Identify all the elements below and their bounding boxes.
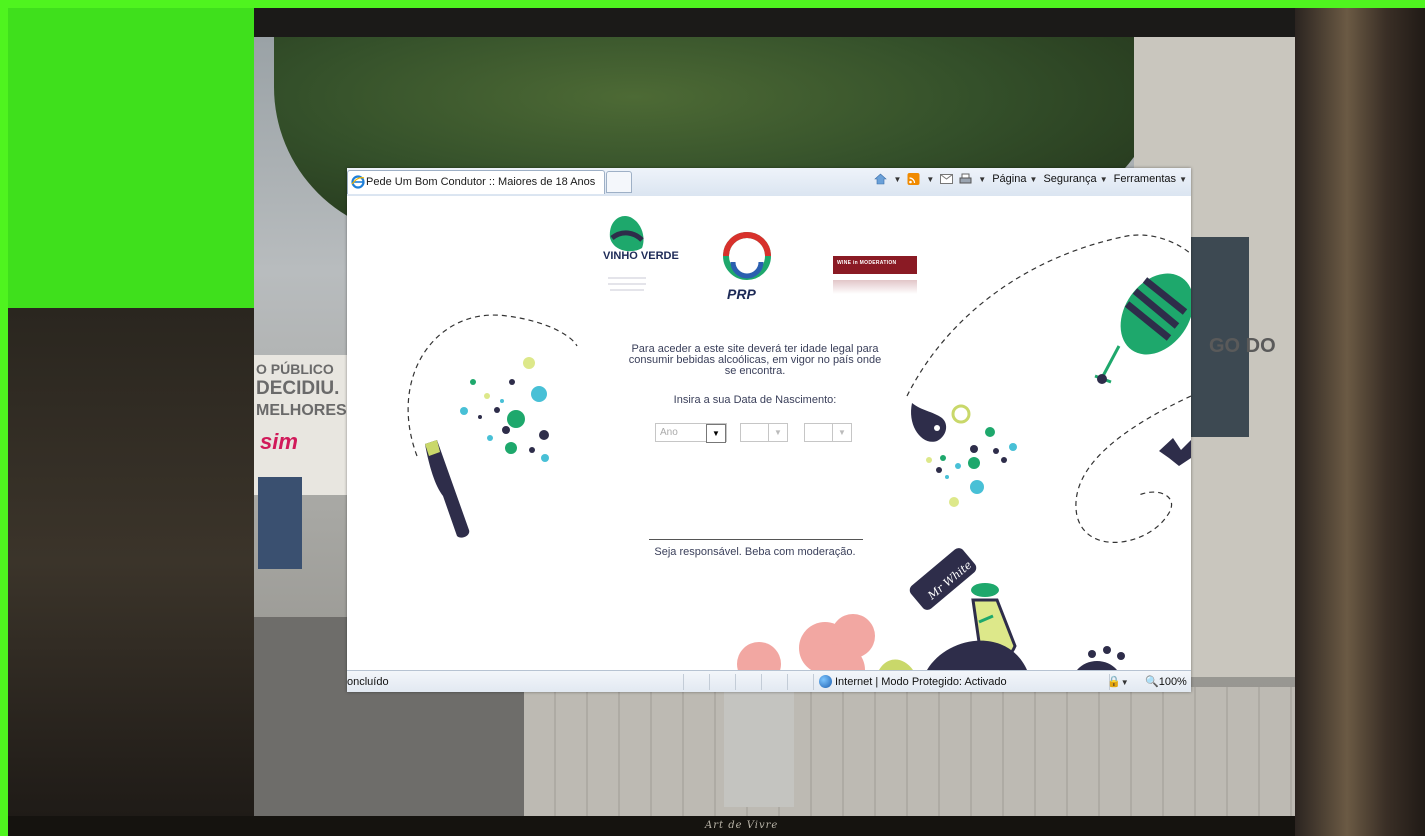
feed-dropdown-icon[interactable]: ▼	[926, 175, 934, 184]
bubbles-left	[460, 357, 549, 462]
rss-feed-icon[interactable]	[907, 173, 920, 185]
page-menu[interactable]: Página ▼	[992, 173, 1037, 185]
status-divider	[813, 674, 814, 690]
browser-window: Pede Um Bom Condutor :: Maiores de 18 An…	[347, 168, 1191, 692]
protected-mode-icon[interactable]: 🔒▼	[1107, 675, 1129, 688]
concrete-pillar	[724, 687, 794, 807]
year-select-value: Ano	[660, 427, 678, 438]
status-divider	[709, 674, 710, 690]
building-sign: GO DO	[1209, 335, 1276, 357]
green-border-left	[0, 0, 8, 836]
home-dropdown-icon[interactable]: ▼	[893, 175, 901, 184]
bottom-caption: Art de Vivre	[705, 820, 779, 831]
tab-title: Pede Um Bom Condutor :: Maiores de 18 An…	[366, 176, 596, 188]
right-dark-background	[1295, 8, 1425, 836]
month-select[interactable]: ▼	[740, 423, 788, 442]
logo-reflection	[833, 280, 917, 294]
status-divider	[787, 674, 788, 690]
new-tab-button[interactable]	[606, 171, 632, 193]
security-zone-text: Internet | Modo Protegido: Activado	[835, 675, 1007, 688]
billboard-brand: sim	[260, 429, 298, 454]
chevron-down-icon: ▼	[1099, 175, 1108, 184]
status-divider	[761, 674, 762, 690]
footer-divider	[649, 539, 863, 540]
prp-logo-text: PRP	[727, 286, 756, 302]
pink-clouds-icon	[737, 614, 913, 670]
cork-character-icon	[911, 403, 971, 442]
bottom-dark-strip	[8, 816, 1295, 836]
billboard-line: MELHORES.	[256, 402, 352, 419]
globe-icon	[819, 675, 832, 688]
balloon-glass-icon	[1094, 273, 1191, 384]
chevron-down-icon[interactable]: ▼	[832, 424, 851, 441]
flower-icon	[1077, 646, 1125, 670]
green-background-block	[8, 8, 254, 308]
billboard-line: DECIDIU.	[256, 378, 340, 399]
birthdate-label: Insira a sua Data de Nascimento:	[673, 394, 837, 406]
security-menu-label: Segurança	[1043, 173, 1097, 185]
age-notice: Para aceder a este site deverá ter idade…	[628, 343, 882, 377]
status-divider	[735, 674, 736, 690]
status-divider	[683, 674, 684, 690]
sidewalk	[524, 687, 1295, 816]
print-icon[interactable]	[959, 173, 972, 185]
status-bar: oncluído Internet | Modo Protegido: Acti…	[347, 670, 1191, 692]
status-text: oncluído	[347, 676, 389, 688]
wine-in-moderation-logo-text: WINE in MODERATION	[837, 260, 897, 266]
zoom-level-text: 100%	[1158, 676, 1187, 688]
mail-icon[interactable]	[940, 173, 954, 185]
day-select[interactable]: ▼	[804, 423, 852, 442]
chevron-down-icon: ▼	[1179, 175, 1187, 184]
home-icon[interactable]	[874, 173, 888, 185]
green-border-top	[0, 0, 1425, 8]
vinho-verde-logo-text: VINHO VERDE	[603, 250, 679, 262]
chevron-down-icon[interactable]: ▼	[706, 424, 726, 443]
billboard: O PÚBLICO DECIDIU. MELHORES.	[254, 355, 352, 495]
bottle-icon	[425, 440, 470, 538]
tools-menu-label: Ferramentas	[1113, 173, 1177, 185]
responsibility-footer: Seja responsável. Beba com moderação.	[654, 546, 856, 558]
print-dropdown-icon[interactable]: ▼	[978, 175, 986, 184]
security-zone[interactable]: Internet | Modo Protegido: Activado	[819, 675, 1007, 688]
tools-menu[interactable]: Ferramentas ▼	[1114, 173, 1187, 185]
internet-explorer-icon	[351, 175, 365, 189]
tab-active[interactable]: Pede Um Bom Condutor :: Maiores de 18 An…	[347, 170, 605, 194]
billboard-line: O PÚBLICO	[256, 361, 334, 377]
billboard-stand	[258, 477, 302, 569]
bird-icon	[1159, 438, 1191, 466]
year-select[interactable]: Ano ▼	[655, 423, 727, 443]
page-menu-label: Página	[992, 173, 1027, 185]
security-menu[interactable]: Segurança ▼	[1043, 173, 1107, 185]
chevron-down-icon: ▼	[1029, 175, 1038, 184]
tab-bar: Pede Um Bom Condutor :: Maiores de 18 An…	[347, 168, 1191, 197]
zoom-level[interactable]: 🔍100%	[1145, 675, 1187, 688]
chevron-down-icon[interactable]: ▼	[768, 424, 787, 441]
page-content: Mr White VINHO VERDE PRP WINE in MODERAT…	[347, 196, 1191, 670]
dashed-swirl-left	[407, 314, 578, 457]
command-bar: ▼ ▼ ▼ Página ▼ Segurança ▼ Ferramentas ▼	[874, 173, 1187, 185]
dashed-swirl-right-lower	[1075, 395, 1191, 543]
left-dark-background	[8, 308, 254, 816]
